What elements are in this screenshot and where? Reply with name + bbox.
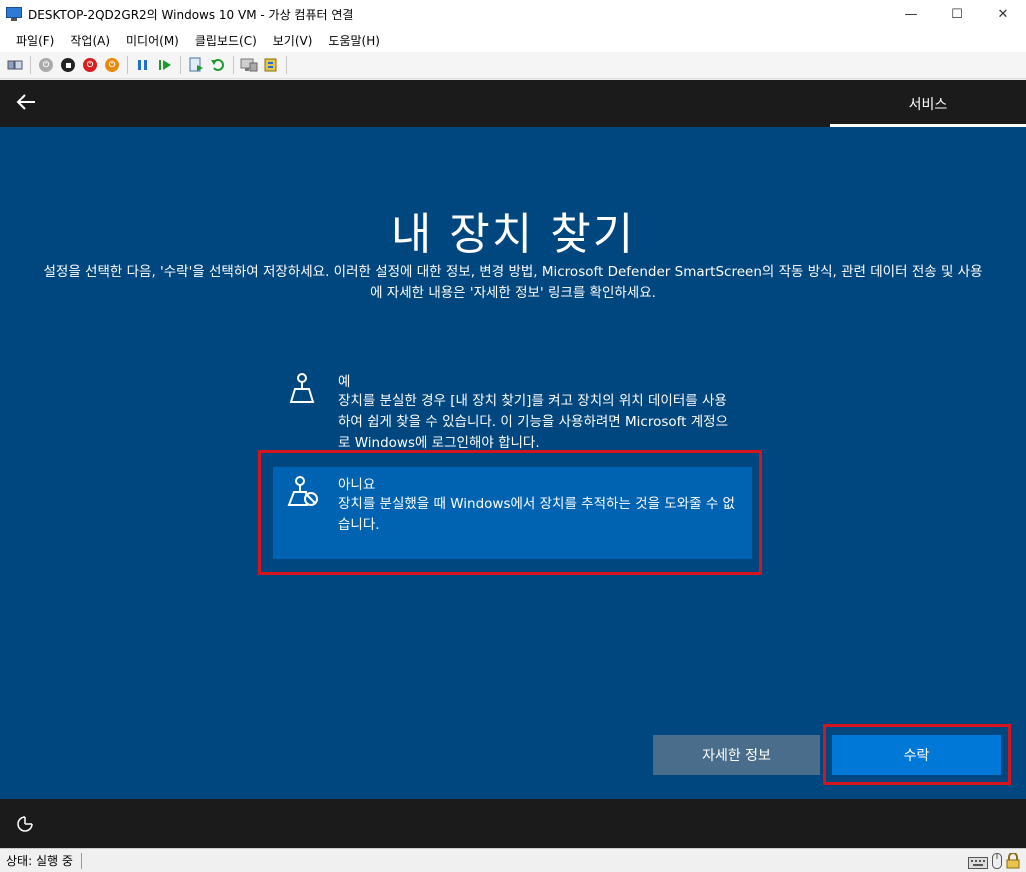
accept-button-highlight bbox=[823, 724, 1011, 785]
menu-clipboard[interactable]: 클립보드(C) bbox=[187, 32, 265, 49]
find-my-device-icon bbox=[287, 372, 317, 404]
back-arrow-icon[interactable] bbox=[14, 90, 38, 114]
maximize-button[interactable]: ☐ bbox=[934, 0, 980, 28]
toolbar: ⏻ ⏻ ⏻ bbox=[0, 52, 1026, 79]
oobe-header: 서비스 bbox=[0, 80, 1026, 127]
lock-icon bbox=[1006, 852, 1020, 872]
menu-help[interactable]: 도움말(H) bbox=[320, 32, 388, 49]
tab-services-underline bbox=[830, 124, 1026, 127]
vm-screen: 서비스 내 장치 찾기 설정을 선택한 다음, '수락'을 선택하여 저장하세요… bbox=[0, 80, 1026, 848]
menu-media[interactable]: 미디어(M) bbox=[118, 32, 187, 49]
learn-more-button[interactable]: 자세한 정보 bbox=[653, 735, 820, 775]
menu-bar: 파일(F) 작업(A) 미디어(M) 클립보드(C) 보기(V) 도움말(H) bbox=[0, 28, 1026, 52]
tab-services: 서비스 bbox=[908, 96, 948, 113]
mouse-icon bbox=[992, 853, 1002, 872]
start-icon[interactable]: ⏻ bbox=[35, 54, 57, 76]
checkpoint-icon[interactable] bbox=[185, 54, 207, 76]
option-yes-title: 예 bbox=[338, 374, 351, 390]
window-title: DESKTOP-2QD2GR2의 Windows 10 VM - 가상 컴퓨터 … bbox=[28, 7, 354, 22]
status-text: 상태: 실행 중 bbox=[0, 852, 82, 869]
keyboard-icon bbox=[968, 854, 988, 872]
share-icon[interactable] bbox=[260, 54, 282, 76]
menu-action[interactable]: 작업(A) bbox=[62, 32, 118, 49]
ease-of-access-icon[interactable] bbox=[16, 815, 34, 833]
status-bar: 상태: 실행 중 bbox=[0, 848, 1026, 872]
turn-off-icon[interactable] bbox=[57, 54, 79, 76]
option-no-highlight bbox=[258, 450, 762, 575]
enhanced-session-icon[interactable] bbox=[238, 54, 260, 76]
revert-icon[interactable] bbox=[207, 54, 229, 76]
menu-view[interactable]: 보기(V) bbox=[265, 32, 321, 49]
save-icon[interactable]: ⏻ bbox=[101, 54, 123, 76]
pause-icon[interactable] bbox=[132, 54, 154, 76]
menu-file[interactable]: 파일(F) bbox=[8, 32, 62, 49]
ctrl-alt-del-icon[interactable] bbox=[4, 54, 26, 76]
minimize-button[interactable]: — bbox=[888, 0, 934, 28]
oobe-footer bbox=[0, 799, 1026, 848]
option-yes[interactable]: 예 장치를 분실한 경우 [내 장치 찾기]를 켜고 장치의 위치 데이터를 사… bbox=[273, 364, 752, 456]
window-title-bar: DESKTOP-2QD2GR2의 Windows 10 VM - 가상 컴퓨터 … bbox=[0, 0, 1026, 28]
shutdown-icon[interactable]: ⏻ bbox=[79, 54, 101, 76]
vm-connection-icon bbox=[6, 6, 22, 22]
close-button[interactable]: ✕ bbox=[980, 0, 1026, 28]
reset-icon[interactable] bbox=[154, 54, 176, 76]
page-title: 내 장치 찾기 bbox=[390, 209, 636, 260]
page-description: 설정을 선택한 다음, '수락'을 선택하여 저장하세요. 이러한 설정에 대한… bbox=[43, 264, 983, 301]
option-yes-description: 장치를 분실한 경우 [내 장치 찾기]를 켜고 장치의 위치 데이터를 사용하… bbox=[338, 393, 729, 451]
